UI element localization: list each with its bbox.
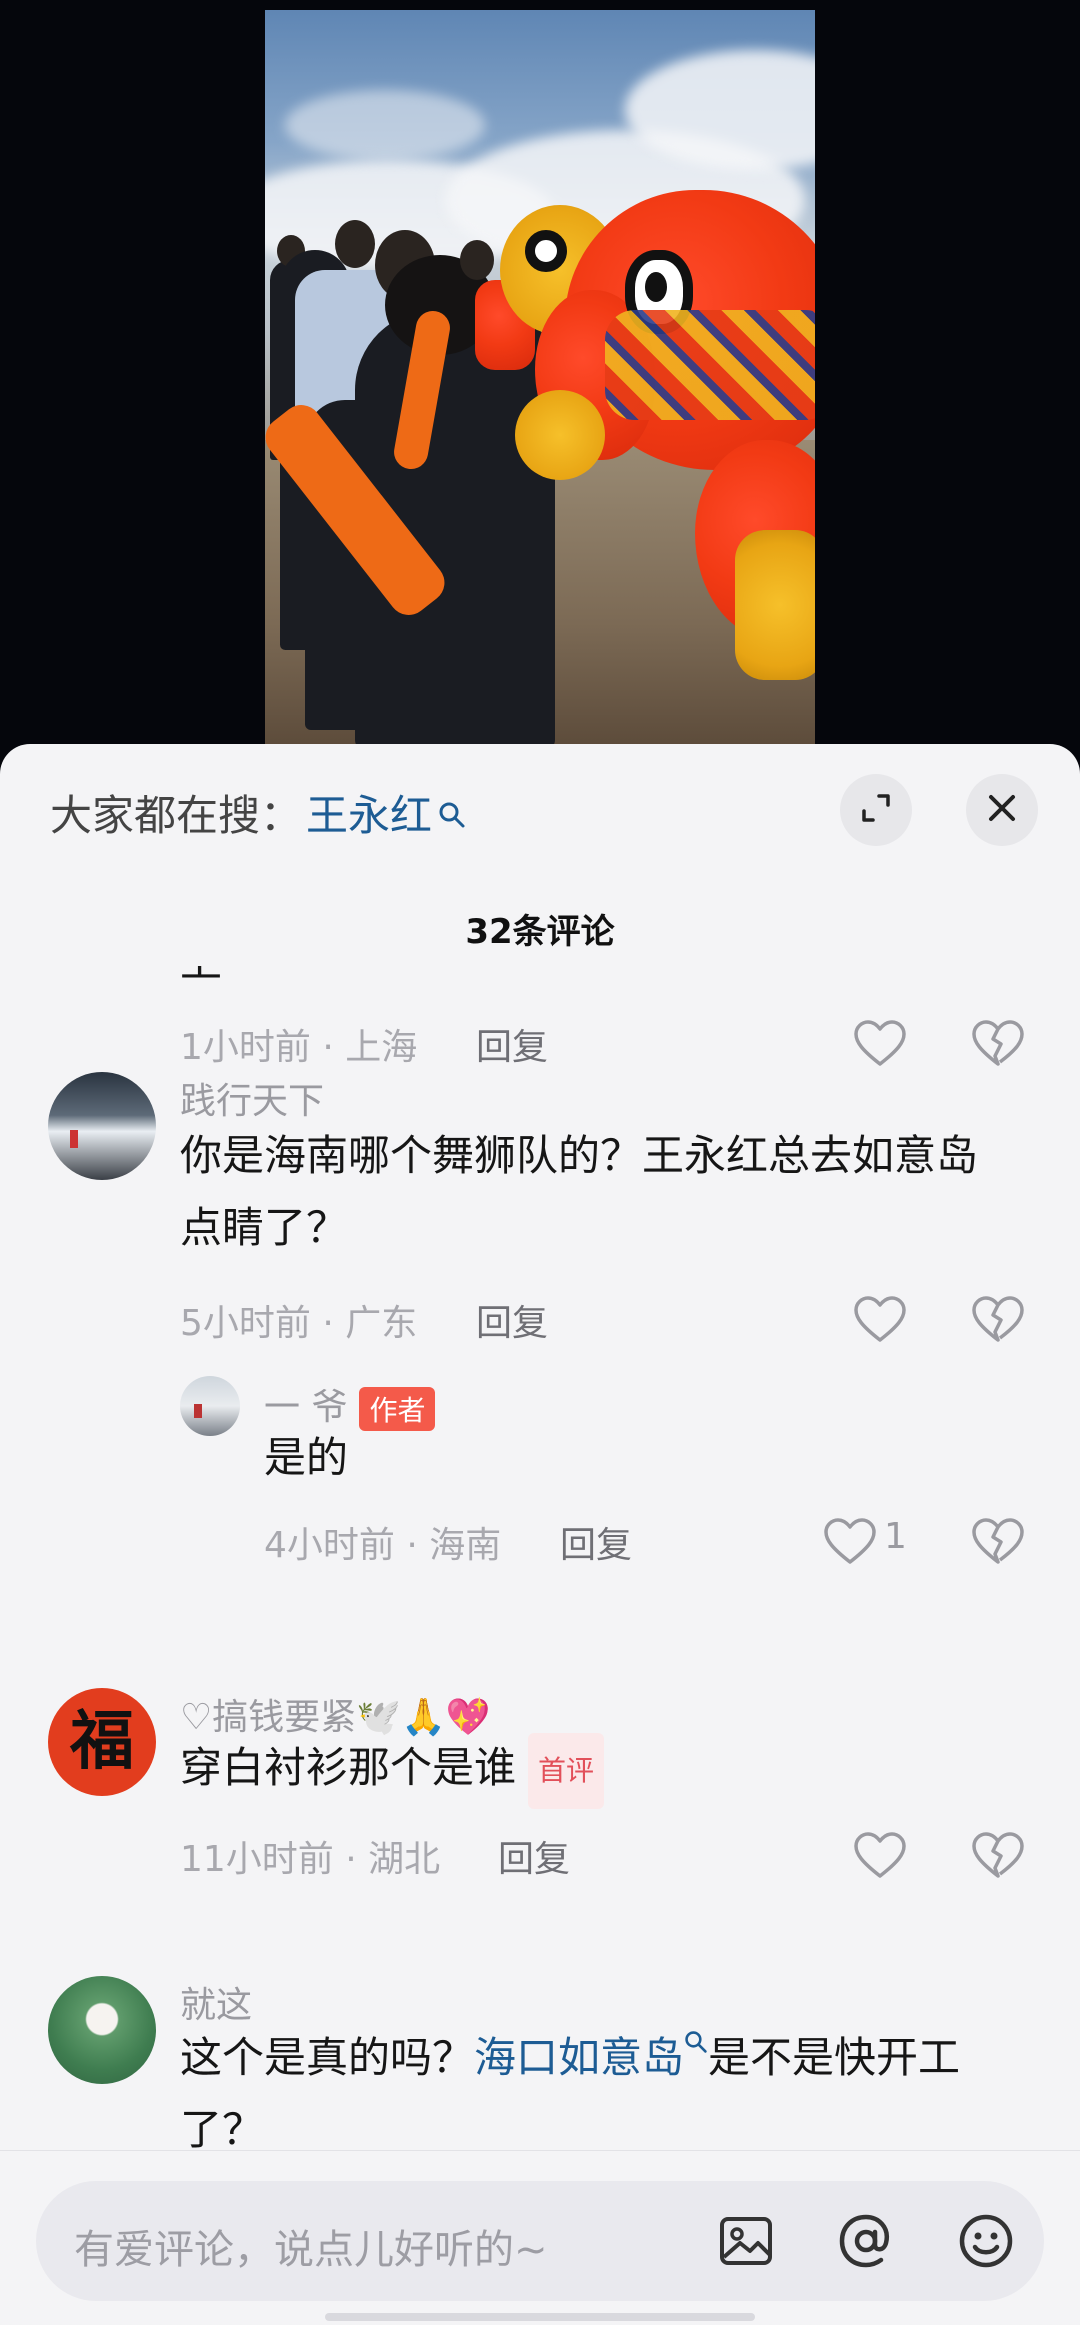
search-icon [685, 2031, 707, 2053]
broken-heart-icon[interactable] [970, 1292, 1026, 1348]
comment-text: 这个是真的吗？海口如意岛 是不是快开工了？ [180, 2022, 1030, 2166]
comment-time-location: 5小时前 · 广东 [180, 1303, 418, 1344]
avatar[interactable]: 福 [48, 1688, 156, 1796]
trending-search[interactable]: 大家都在搜： 王永红 [50, 782, 466, 843]
comment-count-title: 32条评论 [465, 912, 615, 952]
reply-button[interactable]: 回复 [476, 1294, 548, 1346]
heart-icon[interactable] [852, 1016, 908, 1072]
comment-username[interactable]: 践行天下 [180, 1072, 324, 1124]
trending-search-label: 大家都在搜： [50, 791, 303, 840]
expand-icon [859, 791, 893, 829]
avatar[interactable] [48, 1976, 156, 2084]
reply-button[interactable]: 回复 [560, 1516, 632, 1568]
heart-icon[interactable] [822, 1514, 878, 1570]
expand-button[interactable] [840, 774, 912, 846]
like-count: 1 [884, 1516, 907, 1557]
video-player[interactable] [0, 0, 1080, 760]
comment-text: 上 [180, 966, 222, 998]
trending-search-keyword[interactable]: 王永红 [306, 782, 432, 843]
first-comment-badge: 首评 [528, 1732, 605, 1809]
reply-button[interactable]: 回复 [498, 1830, 570, 1882]
comment-text: 你是海南哪个舞狮队的？王永红总去如意岛点睛了？ [180, 1131, 979, 1252]
close-button[interactable] [966, 774, 1038, 846]
search-icon [438, 790, 466, 827]
comment-time-location: 1小时前 · 上海 [180, 1027, 418, 1068]
comment-time-location: 11小时前 · 湖北 [180, 1839, 441, 1880]
image-icon[interactable] [712, 2207, 780, 2275]
comment-username[interactable]: 就这 [180, 1976, 252, 2028]
heart-icon[interactable] [852, 1828, 908, 1884]
comment-input-bar: 有爱评论，说点儿好听的~ [0, 2150, 1080, 2325]
comment-body: 穿白衬衫那个是谁 [180, 1743, 517, 1792]
comment-text-part: 这个是真的吗？ [180, 2033, 475, 2082]
heart-icon[interactable] [852, 1292, 908, 1348]
close-icon [986, 792, 1018, 828]
broken-heart-icon[interactable] [970, 1514, 1026, 1570]
author-badge: 作者 [359, 1387, 436, 1431]
at-icon[interactable] [832, 2207, 900, 2275]
comment-list[interactable]: 上 1小时前 · 上海 回复 践行天下 你是海南哪个舞狮队的？王永红总去如意岛点… [0, 966, 1080, 2181]
reply-button[interactable]: 回复 [476, 1018, 548, 1070]
comment-time-location: 4小时前 · 海南 [264, 1525, 502, 1566]
home-indicator[interactable] [325, 2313, 755, 2321]
emoji-icon[interactable] [952, 2207, 1020, 2275]
comment-text: 穿白衬衫那个是谁 首评 [180, 1732, 605, 1809]
avatar[interactable] [180, 1376, 240, 1436]
avatar[interactable] [48, 1072, 156, 1180]
comment-input-placeholder: 有爱评论，说点儿好听的~ [74, 2227, 548, 2273]
broken-heart-icon[interactable] [970, 1828, 1026, 1884]
comment-input[interactable]: 有爱评论，说点儿好听的~ [36, 2181, 1044, 2301]
video-frame[interactable] [265, 10, 815, 745]
avatar-fu-character: 福 [70, 1705, 134, 1779]
comment-sheet: 大家都在搜： 王永红 32条评论 上 1小时前 · 上海 回复 [0, 744, 1080, 2324]
comment-search-link[interactable]: 海口如意岛 [474, 2033, 684, 2082]
broken-heart-icon[interactable] [970, 1016, 1026, 1072]
comment-text: 是的 [264, 1433, 349, 1482]
